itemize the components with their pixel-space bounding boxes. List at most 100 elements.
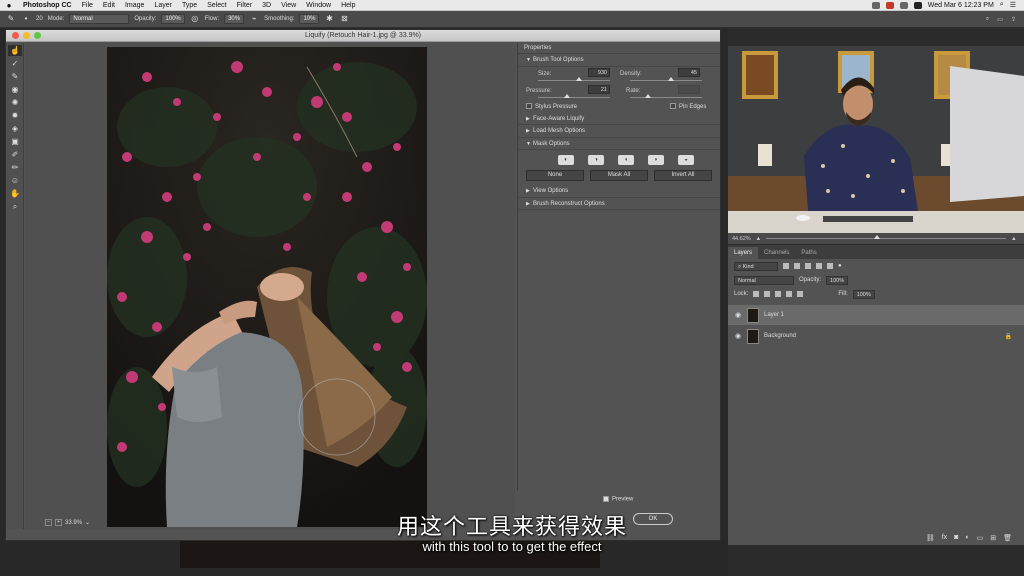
- notification-icon[interactable]: ☰: [1010, 1, 1016, 9]
- thaw-mask-tool-icon[interactable]: ✏: [8, 162, 22, 173]
- adjustment-filter-icon[interactable]: [794, 263, 800, 269]
- tab-paths[interactable]: Paths: [795, 247, 822, 259]
- mask-subtract-icon[interactable]: ◖: [618, 155, 634, 165]
- smooth-tool-icon[interactable]: ✎: [8, 71, 22, 82]
- symmetry-icon[interactable]: ⊠: [339, 14, 349, 24]
- photo-preview[interactable]: [107, 47, 427, 527]
- battery-icon[interactable]: [913, 1, 922, 9]
- brush-reconstruct-section[interactable]: ▶ Brush Reconstruct Options: [518, 198, 720, 210]
- pressure-slider-track[interactable]: [538, 96, 610, 98]
- push-left-tool-icon[interactable]: ◈: [8, 123, 22, 134]
- navigator-slider-track[interactable]: [766, 235, 1007, 239]
- mask-add-icon[interactable]: ◑: [588, 155, 604, 165]
- menu-image[interactable]: Image: [120, 2, 149, 9]
- size-slider-thumb[interactable]: [576, 76, 582, 81]
- bloat-tool-icon[interactable]: ✹: [8, 110, 22, 121]
- size-field[interactable]: 930: [588, 67, 610, 77]
- visibility-eye-icon[interactable]: ◉: [734, 332, 742, 340]
- menu-3d[interactable]: 3D: [257, 2, 276, 9]
- reconstruct-tool-icon[interactable]: ✓: [8, 58, 22, 69]
- brush-size[interactable]: 20: [36, 16, 43, 22]
- layer-opacity-field[interactable]: 100%: [826, 275, 849, 285]
- mask-none-button[interactable]: None: [526, 170, 584, 181]
- brush-preset-icon[interactable]: •: [21, 14, 31, 24]
- layer-row-background[interactable]: ◉ Background 🔒: [728, 326, 1024, 346]
- pucker-tool-icon[interactable]: ✺: [8, 97, 22, 108]
- zoom-out-small-icon[interactable]: ▲: [756, 236, 761, 242]
- menu-window[interactable]: Window: [301, 2, 336, 9]
- brush-tool-options-section[interactable]: ▼ Brush Tool Options: [518, 54, 720, 67]
- navigator-slider-thumb[interactable]: [874, 235, 881, 239]
- tab-layers[interactable]: Layers: [728, 247, 759, 259]
- preview-checkbox[interactable]: Preview: [603, 496, 633, 503]
- mask-all-button[interactable]: Mask All: [590, 170, 648, 181]
- twirl-tool-icon[interactable]: ◉: [8, 84, 22, 95]
- menu-view[interactable]: View: [276, 2, 301, 9]
- pressure-opacity-icon[interactable]: ◎: [190, 14, 200, 24]
- mode-select[interactable]: Normal: [69, 14, 130, 24]
- flow-field[interactable]: 30%: [224, 14, 245, 24]
- wifi-icon[interactable]: [899, 1, 908, 9]
- mask-replace-icon[interactable]: ◐: [558, 155, 574, 165]
- blend-mode-select[interactable]: Normal: [734, 275, 794, 285]
- kind-filter[interactable]: ⌕ Kind: [734, 261, 778, 271]
- rate-slider-thumb[interactable]: [645, 93, 651, 98]
- menu-select[interactable]: Select: [202, 2, 231, 9]
- mask-invert-icon[interactable]: ◒: [678, 155, 694, 165]
- pin-edges-checkbox[interactable]: Pin Edges: [670, 101, 706, 113]
- creative-cloud-icon[interactable]: [885, 1, 894, 9]
- lock-artboard-icon[interactable]: [786, 291, 793, 297]
- menu-file[interactable]: File: [77, 2, 98, 9]
- lock-position-icon[interactable]: [775, 291, 782, 297]
- size-slider-track[interactable]: [538, 79, 610, 81]
- menu-filter[interactable]: Filter: [232, 2, 258, 9]
- hand-tool-icon[interactable]: ✋: [8, 188, 22, 199]
- mask-options-section[interactable]: ▼ Mask Options: [518, 138, 720, 150]
- density-slider-thumb[interactable]: [668, 76, 674, 81]
- pressure-field[interactable]: 21: [588, 84, 610, 94]
- app-menu[interactable]: Photoshop CC: [18, 2, 77, 9]
- airbrush-icon[interactable]: ⌁: [249, 14, 259, 24]
- canvas-area[interactable]: − + 33.9% ⌄: [25, 43, 515, 529]
- smart-filter-icon[interactable]: [827, 263, 833, 269]
- gear-icon[interactable]: ✱: [324, 14, 334, 24]
- menu-help[interactable]: Help: [336, 2, 360, 9]
- layer-row-layer1[interactable]: ◉ Layer 1: [728, 305, 1024, 325]
- tab-channels[interactable]: Channels: [758, 247, 795, 259]
- type-filter-icon[interactable]: [805, 263, 811, 269]
- fill-field[interactable]: 100%: [852, 289, 875, 299]
- freeze-mask-tool-icon[interactable]: ▣: [8, 136, 22, 147]
- search-icon[interactable]: ⌕: [986, 16, 989, 23]
- zoom-tool-icon[interactable]: ⌕: [8, 201, 22, 212]
- menu-layer[interactable]: Layer: [149, 2, 177, 9]
- navigator-zoom[interactable]: 44.62%: [732, 236, 751, 242]
- workspace-icon[interactable]: ▭: [997, 16, 1003, 23]
- smoothing-field[interactable]: 10%: [299, 14, 320, 24]
- spotlight-icon[interactable]: ⌕: [1000, 1, 1004, 9]
- lock-all-icon[interactable]: [797, 291, 804, 297]
- load-mesh-section[interactable]: ▶ Load Mesh Options: [518, 125, 720, 138]
- shape-filter-icon[interactable]: [816, 263, 822, 269]
- mask-intersect-icon[interactable]: ◗: [648, 155, 664, 165]
- density-field[interactable]: 45: [678, 67, 700, 77]
- opacity-field[interactable]: 100%: [161, 14, 185, 24]
- freeze-brush-icon[interactable]: ✐: [8, 149, 22, 160]
- share-icon[interactable]: ⇪: [1011, 16, 1016, 23]
- filter-toggle-icon[interactable]: ●: [838, 263, 842, 269]
- rate-slider-track[interactable]: [630, 96, 702, 98]
- invert-all-button[interactable]: Invert All: [654, 170, 712, 181]
- pressure-slider-thumb[interactable]: [564, 93, 570, 98]
- visibility-eye-icon[interactable]: ◉: [734, 311, 742, 319]
- menu-type[interactable]: Type: [177, 2, 202, 9]
- lock-pixels-icon[interactable]: [753, 291, 760, 297]
- lock-paint-icon[interactable]: [764, 291, 771, 297]
- clock[interactable]: Wed Mar 6 12:23 PM: [928, 2, 994, 9]
- rate-field[interactable]: [678, 84, 700, 94]
- brush-tool-icon[interactable]: ✎: [6, 14, 16, 24]
- face-tool-icon[interactable]: ☺: [8, 175, 22, 186]
- menu-edit[interactable]: Edit: [98, 2, 120, 9]
- view-options-section[interactable]: ▶ View Options: [518, 185, 720, 198]
- adobe-icon[interactable]: [871, 1, 880, 9]
- face-aware-section[interactable]: ▶ Face-Aware Liquify: [518, 113, 720, 125]
- apple-menu-icon[interactable]: ●: [0, 1, 18, 10]
